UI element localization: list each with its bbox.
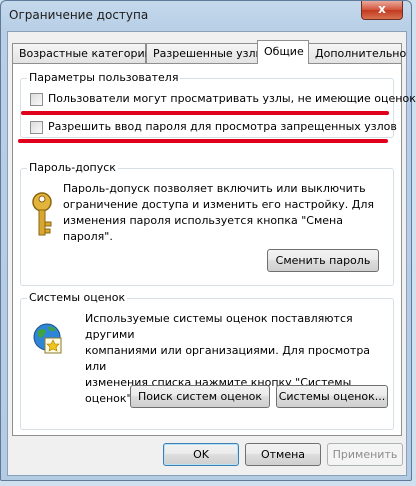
allow-unrated-checkbox-row[interactable]: Пользователи могут просматривать узлы, н…: [30, 91, 416, 107]
password-group: Пароль-допуск Пароль-допуск позволяет вк…: [20, 161, 394, 286]
tab-strip: Возрастные категории Разрешенные узлы Об…: [12, 40, 406, 64]
user-params-title: Параметры пользователя: [27, 71, 181, 84]
password-group-title: Пароль-допуск: [27, 161, 118, 174]
allow-password-label[interactable]: Разрешить ввод пароля для просмотра запр…: [48, 120, 397, 133]
allow-password-checkbox-row[interactable]: Разрешить ввод пароля для просмотра запр…: [30, 119, 397, 135]
tab-age-categories[interactable]: Возрастные категории: [12, 43, 152, 63]
tab-general[interactable]: Общие: [257, 40, 309, 64]
rating-desc-line-1: Используемые системы оценок поставляются…: [85, 312, 353, 341]
apply-button[interactable]: Применить: [327, 443, 403, 466]
password-desc-line-1: Пароль-допуск позволяет включить или вык…: [63, 182, 366, 195]
rating-desc-line-2: компаниями или организациями. Для просмо…: [85, 344, 371, 373]
title-bar: Ограничение доступа x: [1, 1, 411, 31]
window-title: Ограничение доступа: [9, 8, 149, 22]
password-description: Пароль-допуск позволяет включить или вык…: [63, 181, 393, 245]
dialog-client-area: Возрастные категории Разрешенные узлы Об…: [7, 31, 416, 476]
key-icon: [32, 192, 52, 236]
change-password-button[interactable]: Сменить пароль: [267, 249, 379, 272]
general-tab-panel: Параметры пользователя Пользователи могу…: [12, 63, 416, 436]
tab-advanced[interactable]: Дополнительно: [308, 43, 406, 63]
rating-systems-button[interactable]: Системы оценок...: [276, 385, 388, 408]
rating-systems-title: Системы оценок: [27, 291, 128, 304]
allow-password-checkbox[interactable]: [30, 121, 43, 134]
tab-allowed-sites[interactable]: Разрешенные узлы: [146, 43, 264, 63]
allow-unrated-label[interactable]: Пользователи могут просматривать узлы, н…: [48, 92, 416, 105]
ok-button[interactable]: OK: [163, 443, 239, 466]
close-icon: x: [378, 2, 386, 16]
rating-systems-group: Системы оценок Используемые системы оцен…: [20, 291, 394, 430]
red-underline-1: [21, 111, 389, 115]
globe-certificate-icon: [33, 323, 62, 354]
close-button[interactable]: x: [361, 1, 403, 20]
red-underline-2: [18, 139, 388, 143]
cancel-button[interactable]: Отмена: [245, 443, 321, 466]
find-rating-systems-button[interactable]: Поиск систем оценок: [130, 385, 270, 408]
password-desc-line-2: ограничение доступа и изменить его настр…: [63, 198, 375, 211]
user-params-group: Параметры пользователя Пользователи могу…: [20, 71, 416, 138]
password-desc-line-3: изменения пароля используется кнопка "См…: [63, 214, 343, 243]
allow-unrated-checkbox[interactable]: [30, 93, 43, 106]
content-advisor-dialog: Ограничение доступа x Возрастные категор…: [0, 0, 416, 481]
